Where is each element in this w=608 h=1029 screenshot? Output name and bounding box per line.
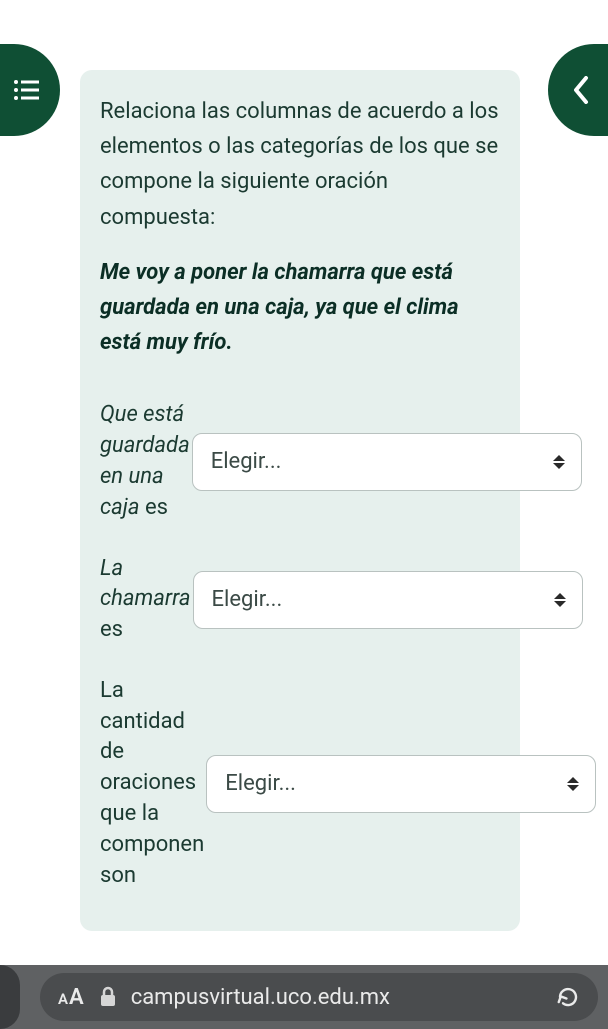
match-label-tail: es (140, 495, 168, 520)
match-label-2: La chamarra es (100, 554, 199, 646)
page-background: Relaciona las columnas de acuerdo a los … (0, 0, 608, 965)
match-label-3: La cantidad de oraciones que la componen… (100, 676, 212, 892)
question-sentence: Me voy a poner la chamarra que está guar… (100, 255, 500, 361)
chevron-left-icon (572, 76, 590, 104)
select-wrap: Elegir... (198, 433, 582, 491)
select-placeholder: Elegir... (225, 771, 296, 796)
next-button[interactable] (548, 44, 608, 136)
match-label-tail: es (100, 617, 123, 642)
select-placeholder: Elegir... (212, 587, 283, 612)
updown-icon (567, 777, 579, 791)
list-icon (13, 78, 41, 102)
question-instructions: Relaciona las columnas de acuerdo a los … (100, 94, 500, 235)
browser-bottom-bar: AA campusvirtual.uco.edu.mx (0, 965, 608, 1029)
select-placeholder: Elegir... (211, 449, 282, 474)
match-label-1: Que está guardada en una caja es (100, 400, 198, 523)
answer-select-3[interactable]: Elegir... (206, 755, 596, 813)
drawer-toggle-button[interactable] (0, 44, 60, 136)
url-text: campusvirtual.uco.edu.mx (131, 985, 542, 1010)
updown-icon (553, 455, 565, 469)
text-size-button[interactable]: AA (58, 985, 85, 1010)
match-label-italic: La chamarra (100, 556, 191, 612)
match-row: Que está guardada en una caja es Elegir.… (100, 400, 500, 523)
bottom-bar-edge (0, 965, 20, 1029)
select-wrap: Elegir... (212, 755, 596, 813)
match-row: La cantidad de oraciones que la componen… (100, 676, 500, 892)
reload-icon[interactable] (556, 985, 580, 1009)
match-label-tail: La cantidad de oraciones que la componen… (100, 678, 204, 888)
select-wrap: Elegir... (199, 571, 583, 629)
updown-icon (554, 593, 566, 607)
question-card: Relaciona las columnas de acuerdo a los … (80, 70, 520, 931)
answer-select-1[interactable]: Elegir... (192, 433, 582, 491)
answer-select-2[interactable]: Elegir... (193, 571, 583, 629)
match-row: La chamarra es Elegir... (100, 554, 500, 646)
lock-icon (99, 986, 117, 1008)
address-bar[interactable]: AA campusvirtual.uco.edu.mx (40, 973, 598, 1021)
